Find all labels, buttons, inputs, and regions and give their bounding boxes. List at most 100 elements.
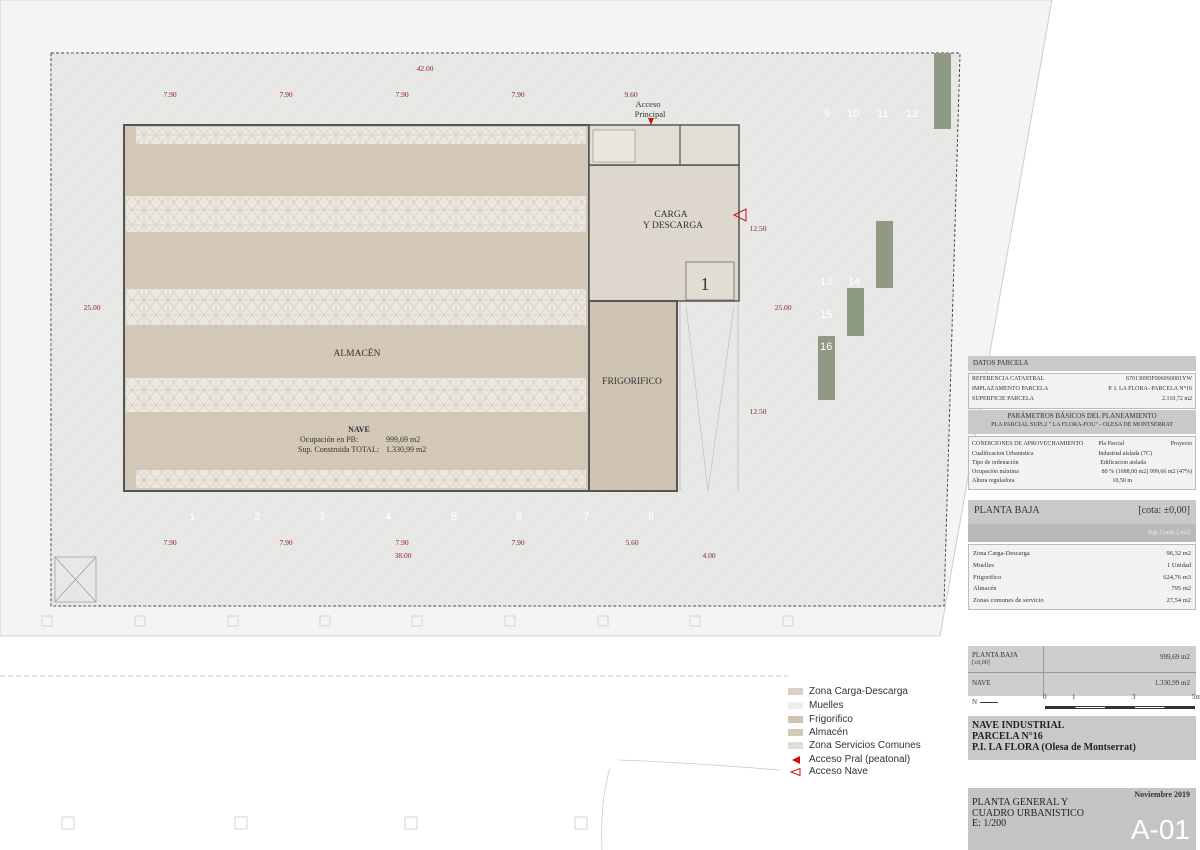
data-panel: DATOS PARCELA REFERENCIA CATASTRAL 670130…	[968, 356, 1200, 850]
dim-top-4: 7.90	[511, 90, 524, 99]
label-muelle-number: 1	[701, 274, 710, 294]
sheet-date: Noviembre 2019	[1134, 790, 1190, 799]
totals-nave-label: NAVE	[972, 679, 991, 687]
swatch-muelles	[788, 702, 803, 709]
stair	[592, 129, 636, 163]
swatch-almacen	[788, 729, 803, 736]
acceso-pral-icon	[792, 755, 800, 764]
parametros-head-label: CONDICIONES DE APROVECHAMIENTO	[972, 441, 1084, 447]
dim-bottom-6: 4.00	[702, 551, 715, 560]
dim-bottom-total: 38.00	[395, 551, 412, 560]
planta-row: Zona Carga-Descarga 96,32 m2	[973, 550, 1191, 557]
street-trees	[41, 615, 794, 830]
parametros-row: Cualificacion Urbanistica Industrial aisl…	[972, 451, 1152, 457]
planta-row-value: 27,54 m2	[1166, 597, 1191, 604]
planta-row: Zonas comunes de servicio 27,54 m2	[973, 597, 1191, 604]
parametros-row: Ocupación máxima 80 % (1688,00 m2) 999,66…	[972, 469, 1192, 475]
parametros-head-col2: Proyecto	[1170, 441, 1192, 447]
datos-row-label: IMPLAZAMENTO PARCELA	[972, 386, 1049, 392]
legend-item: Acceso Nave	[788, 765, 868, 778]
totals-box: PLANTA BAJA [±0,00] 999,69 m2 NAVE 1.330…	[968, 646, 1196, 696]
planta-baja-title: PLANTA BAJA	[974, 505, 1040, 516]
totals-divider	[1043, 646, 1044, 696]
parametros-row-label: Cualificacion Urbanistica	[972, 451, 1034, 457]
planta-row-label: Almacén	[973, 585, 997, 592]
dim-bottom-2: 7.90	[279, 538, 292, 547]
dim-bottom-4: 7.90	[511, 538, 524, 547]
nave-title: NAVE	[348, 425, 370, 434]
dim-top-3: 7.90	[395, 90, 408, 99]
datos-parcela-header: DATOS PARCELA	[968, 356, 1196, 371]
parking-7: 7	[583, 511, 589, 523]
planta-row-value: 624,76 m3	[1163, 574, 1191, 581]
sup-const-label: Sup. Const. [ m2]	[1147, 530, 1190, 536]
legend-label: Muelles	[809, 700, 844, 711]
parking-1: 1	[189, 511, 195, 523]
totals-divider-h	[968, 672, 1196, 673]
planta-row-label: Muelles	[973, 562, 994, 569]
parametros-row-value: Edificacion aislada	[1100, 460, 1146, 466]
parking-3: 3	[319, 511, 325, 523]
parametros-row-label: Ocupación máxima	[972, 469, 1019, 475]
street-curve	[601, 759, 781, 850]
totals-nave-value: 1.330,99 m2	[1154, 679, 1190, 687]
datos-row-value: 6701309DF0060S0001YW	[1125, 376, 1192, 382]
datos-row-value: P. I. LA FLORA- PARCELA N°16	[1108, 386, 1192, 392]
legend-label: Zona Carga-Descarga	[809, 686, 908, 697]
label-carga: CARGA	[654, 210, 687, 220]
dim-top-total: 42.00	[417, 64, 434, 73]
racks-row-1	[136, 127, 586, 144]
sheet-title1: PLANTA GENERAL Y	[972, 797, 1069, 808]
legend-item: Frigorifico	[788, 713, 853, 726]
project-line2: PARCELA N°16	[972, 731, 1043, 742]
nave-construida-label: Sup. Construida TOTAL:	[298, 445, 379, 454]
acceso-nave-icon	[789, 767, 801, 776]
label-frigorifico: FRIGORIFICO	[602, 377, 662, 387]
parametros-row: Altura reguladora 10,50 m	[972, 478, 1132, 484]
planta-row: Almacén 795 m2	[973, 585, 1191, 592]
dim-bottom-1: 7.90	[163, 538, 176, 547]
datos-row-label: REFERENCIA CATASTRAL	[972, 376, 1045, 382]
label-acceso-2: Principal	[635, 109, 666, 119]
planta-row-value: 1 Unidad	[1166, 562, 1191, 569]
datos-row-value: 2.110,72 m2	[1162, 396, 1192, 402]
dim-right-lower: 12.50	[750, 407, 767, 416]
racks-row-3	[126, 289, 586, 325]
datos-row-label: SUPERFICIE PARCELA	[972, 396, 1034, 402]
datos-row: IMPLAZAMENTO PARCELA P. I. LA FLORA- PARC…	[972, 386, 1192, 392]
datos-row: SUPERFICIE PARCELA 2.110,72 m2	[972, 396, 1192, 402]
dim-left-height: 25.00	[84, 303, 101, 312]
swatch-carga	[788, 688, 803, 695]
project-line1: NAVE INDUSTRIAL	[972, 720, 1065, 731]
sheet-scale: E: 1/200	[972, 818, 1007, 829]
sheet-title: PLANTA GENERAL Y CUADRO URBANISTICO E: 1…	[972, 797, 1084, 830]
planta-baja-header: PLANTA BAJA [cota: ±0,00] Sup. Const. [ …	[968, 500, 1196, 542]
planta-row-label: Zonas comunes de servicio	[973, 597, 1044, 604]
dim-top-1: 7.90	[163, 90, 176, 99]
parking-15: 15	[820, 309, 832, 321]
planta-row: Frigorifico 624,76 m3	[973, 574, 1191, 581]
dim-top-5: 9.60	[624, 90, 637, 99]
sheet-code: A-01	[1130, 814, 1190, 845]
totals-pb-label: PLANTA BAJA	[972, 651, 1018, 659]
label-almacen: ALMACÉN	[334, 347, 381, 359]
muelle-box	[685, 261, 735, 301]
parametros-head-row: CONDICIONES DE APROVECHAMIENTO Pla Parci…	[972, 441, 1192, 447]
parametros-row-value: 10,50 m	[1112, 478, 1132, 484]
nave-construida-value: 1.330,99 m2	[386, 445, 426, 454]
parking-12: 12	[906, 108, 918, 120]
parametros-row: Tipo de ordenación Edificacion aislada	[972, 460, 1146, 466]
legend-label: Frigorifico	[809, 714, 853, 725]
legend-item: Almacén	[788, 726, 848, 739]
parking-10: 10	[847, 108, 859, 120]
scale-1: 1	[1072, 693, 1076, 701]
totals-pb-cota: [±0,00]	[972, 660, 990, 666]
parametros-row-label: Tipo de ordenación	[972, 460, 1019, 466]
label-descarga: Y DESCARGA	[643, 221, 703, 231]
planta-row-label: Zona Carga-Descarga	[973, 550, 1030, 557]
parking-6: 6	[516, 511, 522, 523]
racks-row-5	[136, 470, 586, 488]
parametros-head-col1: Pla Parcial	[1098, 441, 1125, 447]
scale-0: 0	[1043, 693, 1047, 701]
north-label: N	[972, 698, 978, 706]
